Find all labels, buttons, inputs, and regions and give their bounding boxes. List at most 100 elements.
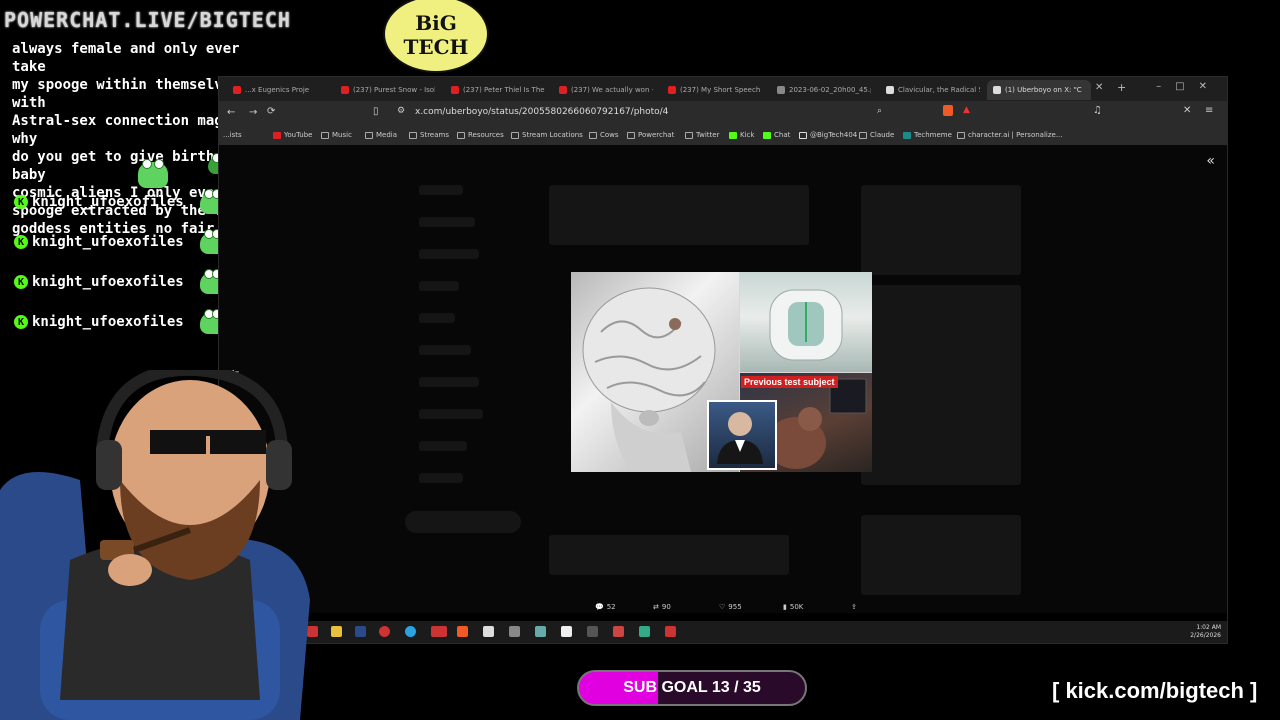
chat-username: knight_ufoexofiles [32,314,184,330]
bookmarks-bar: ...ists YouTube Music Media Streams Reso… [219,127,1227,146]
browser-tab[interactable]: 2023-06-02_20h00_45.png [771,80,871,100]
x-logo-icon [993,86,1001,94]
folder-icon [589,131,597,139]
svg-text:BiG: BiG [415,11,457,35]
bookmark-folder[interactable]: Twitter [685,131,719,139]
bookmark-folder[interactable]: Streams [409,131,449,139]
post-photo[interactable]: Previous test subject [571,272,872,472]
chat-row: K knight_ufoexofiles [14,310,184,334]
nav-ghost [419,441,467,451]
repost-count: 90 [661,603,671,611]
bookmark-kick[interactable]: Kick [729,131,754,139]
view-count: 50K [789,603,804,611]
back-icon[interactable]: ← [227,107,235,118]
bookmark-x[interactable]: @BigTech404 [799,131,857,139]
chat-username: knight_ufoexofiles [32,274,184,290]
bookmark-folder[interactable]: Claude [859,131,894,139]
bar-chart-icon: ▮ [783,603,787,611]
image-file-icon [777,86,785,94]
tab-label: (237) Peter Thiel Is The Mos [463,86,545,94]
kick-url-label: [ kick.com/bigtech ] [1052,678,1258,703]
tab-label: Clavicular, the Radical Sube [898,86,980,94]
forward-icon[interactable]: → [249,107,257,118]
nav-ghost [419,217,475,227]
techmeme-icon [903,131,911,139]
bookmark-item[interactable]: ...ists [223,131,242,139]
nav-ghost [419,313,455,323]
brave-icon[interactable] [457,626,468,637]
browser-tab[interactable]: (237) My Short Speech At W [662,80,762,100]
nav-ghost [419,377,479,387]
telegram-icon[interactable] [405,626,416,637]
window-controls[interactable]: –□✕ [1156,81,1221,92]
streaming-app-icon[interactable] [431,626,447,637]
heart-icon: ♡ [719,603,726,611]
bookmark-folder[interactable]: Music [321,131,352,139]
brave-rewards-icon[interactable]: ▲ [963,105,970,115]
repost-button[interactable]: ⇄ 90 [653,603,671,611]
browser-tab[interactable]: (237) Peter Thiel Is The Mos [445,80,545,100]
music-icon[interactable]: ♫ [1093,105,1102,116]
zoom-icon[interactable]: ⌕ [877,106,882,116]
youtube-icon [668,86,676,94]
tab-label: ...x Eugenics Proje [245,86,310,94]
bookmark-youtube[interactable]: YouTube [273,131,312,139]
surgical-robot-image [740,272,872,372]
svg-text:TECH: TECH [404,35,469,59]
system-clock[interactable]: 1:02 AM 2/26/2026 [1190,624,1221,640]
reply-count: 52 [606,603,616,611]
repost-icon: ⇄ [653,603,659,611]
new-tab-icon[interactable]: + [1117,81,1126,94]
bookmark-kick-chat[interactable]: Chat [763,131,790,139]
tab-label: 2023-06-02_20h00_45.png [789,86,871,94]
post-button-ghost [405,511,521,533]
reply-button[interactable]: 💬 52 [595,603,616,611]
bookmark-folder[interactable]: Stream Locations [511,131,583,139]
views-button[interactable]: ▮ 50K [783,603,803,611]
bookmark-icon[interactable]: ▯ [373,106,379,117]
browser-tab[interactable]: (237) Purest Snow - Isolatio [335,80,435,100]
nav-ghost [419,345,471,355]
chat-username: knight_ufoexofiles [32,194,184,210]
url-field[interactable]: x.com/uberboyo/status/200558026606079216… [415,107,668,117]
youtube-icon [341,86,349,94]
close-tab-icon[interactable]: ✕ [1095,82,1103,93]
bookmark-folder[interactable]: Media [365,131,397,139]
kick-icon [763,131,771,139]
tab-bar: ...x Eugenics Proje (237) Purest Snow - … [219,77,1227,101]
reload-icon[interactable]: ⟳ [267,106,275,117]
file-explorer-icon[interactable] [331,626,342,637]
app-icon[interactable] [639,626,650,637]
app-icon[interactable] [613,626,624,637]
collapse-panel-icon[interactable]: « [1206,153,1215,169]
browser-tab[interactable]: (237) We actually won - You [553,80,653,100]
app-icon[interactable] [535,626,546,637]
app-icon[interactable] [483,626,494,637]
sidebar-ghost [861,515,1021,595]
bookmark-folder[interactable]: Resources [457,131,504,139]
sidebar-ghost [861,285,1021,485]
bookmark-techmeme[interactable]: Techmeme [903,131,952,139]
google-icon[interactable] [561,626,572,637]
folder-icon [859,131,867,139]
bookmark-characterai[interactable]: character.ai | Personalize... [957,131,1063,139]
obs-icon[interactable] [379,626,390,637]
site-info-icon[interactable]: ⚙ [397,106,405,116]
like-button[interactable]: ♡ 955 [719,603,742,611]
kick-badge-icon: K [14,275,28,289]
steam-icon[interactable] [355,626,366,637]
extension-x-icon[interactable]: ✕ [1183,105,1191,116]
share-button[interactable]: ⇪ [851,603,857,611]
menu-icon[interactable]: ≡ [1205,105,1213,116]
bookmark-folder[interactable]: Powerchat [627,131,674,139]
browser-tab-active[interactable]: (1) Uberboyo on X: "C [987,80,1091,100]
browser-tab[interactable]: ...x Eugenics Proje [227,80,327,100]
browser-tab[interactable]: Clavicular, the Radical Sube [880,80,980,100]
brave-shield-icon[interactable] [943,105,953,116]
folder-icon [627,131,635,139]
app-icon[interactable] [509,626,520,637]
app-icon[interactable] [587,626,598,637]
app-icon[interactable] [665,626,676,637]
bookmark-folder[interactable]: Cows [589,131,619,139]
sub-goal-bar: SUB GOAL 13 / 35 [577,670,807,706]
